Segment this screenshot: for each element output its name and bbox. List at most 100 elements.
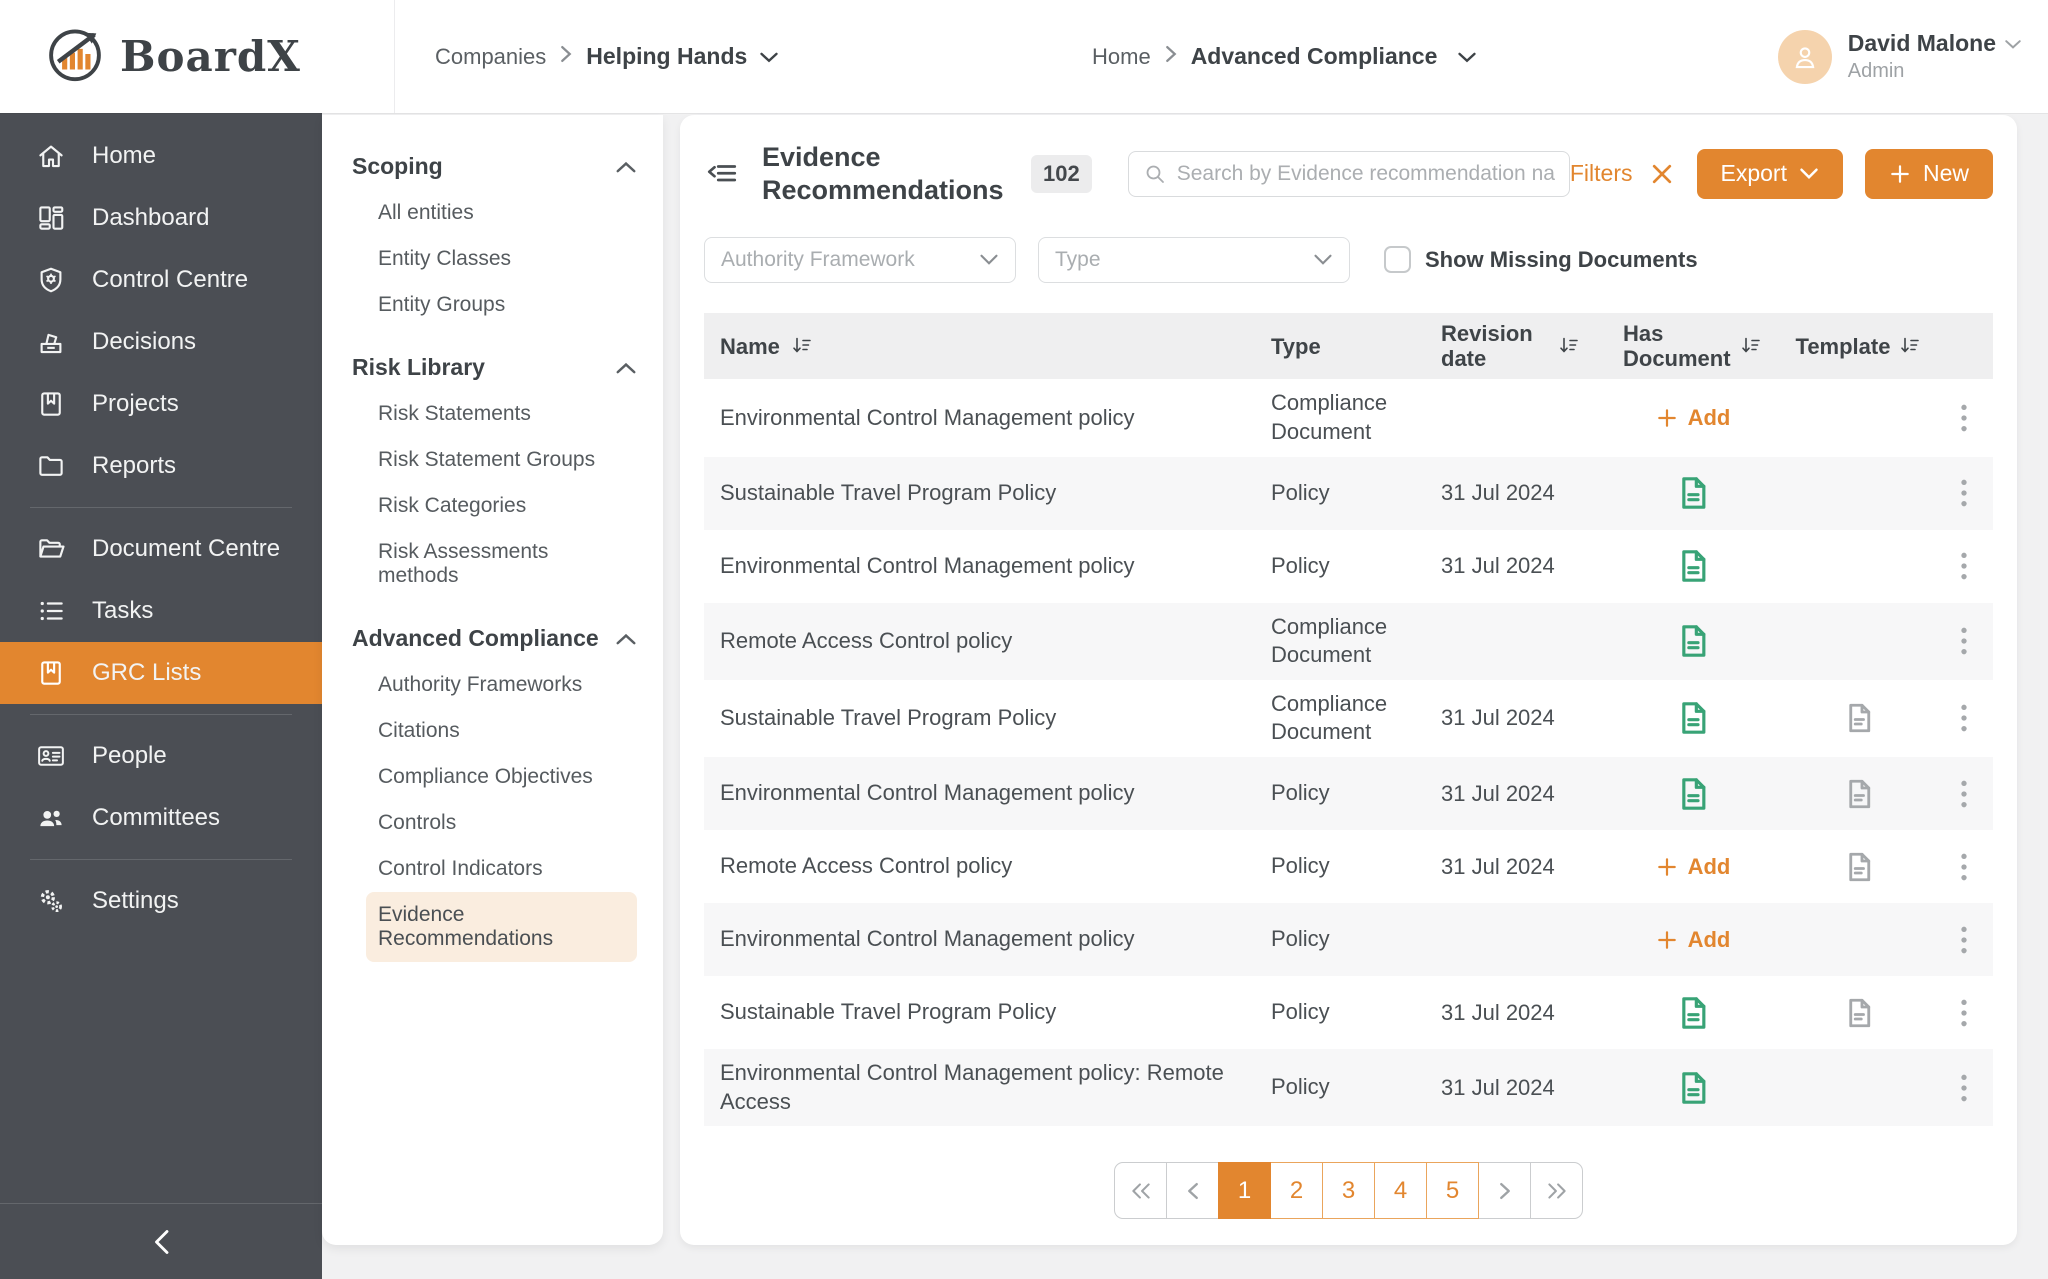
row-menu-icon[interactable]	[1951, 997, 1977, 1029]
row-menu-icon[interactable]	[1951, 402, 1977, 434]
search-input[interactable]	[1176, 161, 1555, 186]
next-page-button[interactable]	[1478, 1162, 1531, 1220]
row-menu-icon[interactable]	[1951, 851, 1977, 883]
column-header-template[interactable]: Template	[1783, 334, 1935, 359]
add-document-button[interactable]: Add	[1656, 405, 1730, 431]
has-document-icon[interactable]	[1673, 698, 1713, 738]
row-menu-icon[interactable]	[1951, 778, 1977, 810]
page-number-button[interactable]: 3	[1322, 1162, 1375, 1220]
clear-filters-icon[interactable]	[1649, 161, 1675, 187]
subnav-item-entity-groups[interactable]: Entity Groups	[366, 282, 637, 328]
subnav-item-controls[interactable]: Controls	[366, 800, 637, 846]
authority-framework-select[interactable]: Authority Framework	[704, 236, 1016, 283]
sidebar-item-projects[interactable]: Projects	[0, 373, 322, 435]
subnav-item-risk-assessments-methods[interactable]: Risk Assessments methods	[366, 529, 637, 599]
has-document-icon[interactable]	[1673, 473, 1713, 513]
sidebar-item-dashboard[interactable]: Dashboard	[0, 187, 322, 249]
page-number-button[interactable]: 1	[1218, 1162, 1271, 1220]
column-header-revision-date[interactable]: Revision date	[1441, 321, 1603, 372]
sidebar-item-home[interactable]: Home	[0, 125, 322, 187]
subnav-item-all-entities[interactable]: All entities	[366, 190, 637, 236]
export-button[interactable]: Export	[1696, 148, 1843, 199]
row-menu-icon[interactable]	[1951, 625, 1977, 657]
sidebar-item-control-centre[interactable]: Control Centre	[0, 249, 322, 311]
page-selector[interactable]: Advanced Compliance	[1191, 43, 1438, 70]
checkbox[interactable]	[1384, 246, 1411, 274]
subnav-item-control-indicators[interactable]: Control Indicators	[366, 846, 637, 892]
column-header-has-document[interactable]: Has Document	[1603, 321, 1783, 372]
filters-label[interactable]: Filters	[1570, 160, 1633, 187]
subnav-item-authority-frameworks[interactable]: Authority Frameworks	[366, 662, 637, 708]
table-row[interactable]: Remote Access Control policy Compliance …	[704, 602, 1993, 680]
table-row[interactable]: Environmental Control Management policy …	[704, 903, 1993, 977]
has-document-icon[interactable]	[1673, 546, 1713, 586]
shield-gear-icon	[40, 267, 62, 293]
user-menu[interactable]: David Malone Admin	[1777, 29, 2022, 84]
template-icon[interactable]	[1841, 995, 1877, 1031]
subnav-item-risk-statements[interactable]: Risk Statements	[366, 391, 637, 437]
last-page-button[interactable]	[1530, 1162, 1583, 1220]
table-row[interactable]: Sustainable Travel Program Policy Policy…	[704, 976, 1993, 1049]
subnav-item-risk-statement-groups[interactable]: Risk Statement Groups	[366, 437, 637, 483]
row-menu-icon[interactable]	[1951, 550, 1977, 582]
subnav-item-compliance-objectives[interactable]: Compliance Objectives	[366, 754, 637, 800]
sidebar-item-settings[interactable]: Settings	[0, 870, 322, 932]
company-selector[interactable]: Helping Hands	[586, 43, 747, 70]
chevron-up-icon	[616, 161, 636, 172]
has-document-icon[interactable]	[1673, 993, 1713, 1033]
subnav-header-risk-library[interactable]: Risk Library	[352, 354, 637, 381]
has-document-icon[interactable]	[1673, 621, 1713, 661]
subnav-item-risk-categories[interactable]: Risk Categories	[366, 483, 637, 529]
filter-row: Authority Framework Type Show Missing Do…	[704, 236, 1993, 283]
show-missing-documents-toggle[interactable]: Show Missing Documents	[1384, 246, 1698, 274]
subnav-header-advanced-compliance[interactable]: Advanced Compliance	[352, 625, 637, 652]
add-document-button[interactable]: Add	[1656, 927, 1730, 953]
row-menu-icon[interactable]	[1951, 477, 1977, 509]
sidebar-item-decisions[interactable]: Decisions	[0, 311, 322, 373]
row-menu-icon[interactable]	[1951, 702, 1977, 734]
table-row[interactable]: Sustainable Travel Program Policy Compli…	[704, 680, 1993, 757]
table-row[interactable]: Environmental Control Management policy …	[704, 530, 1993, 603]
previous-page-button[interactable]	[1166, 1162, 1219, 1220]
first-page-button[interactable]	[1114, 1162, 1167, 1220]
subnav-item-evidence-recommendations[interactable]: Evidence Recommendations	[366, 892, 637, 962]
chevron-right-icon	[1163, 44, 1179, 70]
sidebar-item-grc-lists[interactable]: GRC Lists	[0, 642, 322, 704]
column-header-type[interactable]: Type	[1271, 334, 1441, 359]
column-header-name[interactable]: Name	[704, 334, 1271, 359]
type-select[interactable]: Type	[1038, 236, 1350, 283]
collapse-sidebar-icon[interactable]	[150, 1227, 172, 1257]
table-row[interactable]: Environmental Control Management policy …	[704, 379, 1993, 456]
table-row[interactable]: Sustainable Travel Program Policy Policy…	[704, 456, 1993, 530]
subnav-header-scoping[interactable]: Scoping	[352, 153, 637, 180]
subnav-item-entity-classes[interactable]: Entity Classes	[366, 236, 637, 282]
template-icon[interactable]	[1841, 700, 1877, 736]
has-document-icon[interactable]	[1673, 774, 1713, 814]
template-icon[interactable]	[1841, 776, 1877, 812]
template-icon[interactable]	[1841, 849, 1877, 885]
page-number-button[interactable]: 5	[1426, 1162, 1479, 1220]
breadcrumb-home-link[interactable]: Home	[1092, 44, 1151, 70]
row-menu-icon[interactable]	[1951, 924, 1977, 956]
sidebar-item-reports[interactable]: Reports	[0, 435, 322, 497]
table-row[interactable]: Environmental Control Management policy:…	[704, 1049, 1993, 1127]
add-document-button[interactable]: Add	[1656, 854, 1730, 880]
page-number-button[interactable]: 2	[1270, 1162, 1323, 1220]
sidebar-item-document-centre[interactable]: Document Centre	[0, 518, 322, 580]
row-menu-icon[interactable]	[1951, 1072, 1977, 1104]
brand-logo[interactable]: BoardX	[0, 0, 395, 113]
table-row[interactable]: Environmental Control Management policy …	[704, 757, 1993, 831]
breadcrumb-companies-link[interactable]: Companies	[435, 44, 546, 70]
table-row[interactable]: Remote Access Control policy Policy 31 J…	[704, 830, 1993, 903]
select-placeholder: Type	[1055, 247, 1101, 271]
page-number-button[interactable]: 4	[1374, 1162, 1427, 1220]
has-document-icon[interactable]	[1673, 1068, 1713, 1108]
collapse-panel-icon[interactable]	[704, 157, 740, 191]
sidebar-item-committees[interactable]: Committees	[0, 787, 322, 849]
subnav-item-citations[interactable]: Citations	[366, 708, 637, 754]
sidebar-item-people[interactable]: People	[0, 725, 322, 787]
chevron-down-icon[interactable]	[1457, 44, 1477, 70]
new-button[interactable]: New	[1864, 148, 1993, 199]
sidebar-item-tasks[interactable]: Tasks	[0, 580, 322, 642]
chevron-down-icon[interactable]	[759, 44, 779, 70]
